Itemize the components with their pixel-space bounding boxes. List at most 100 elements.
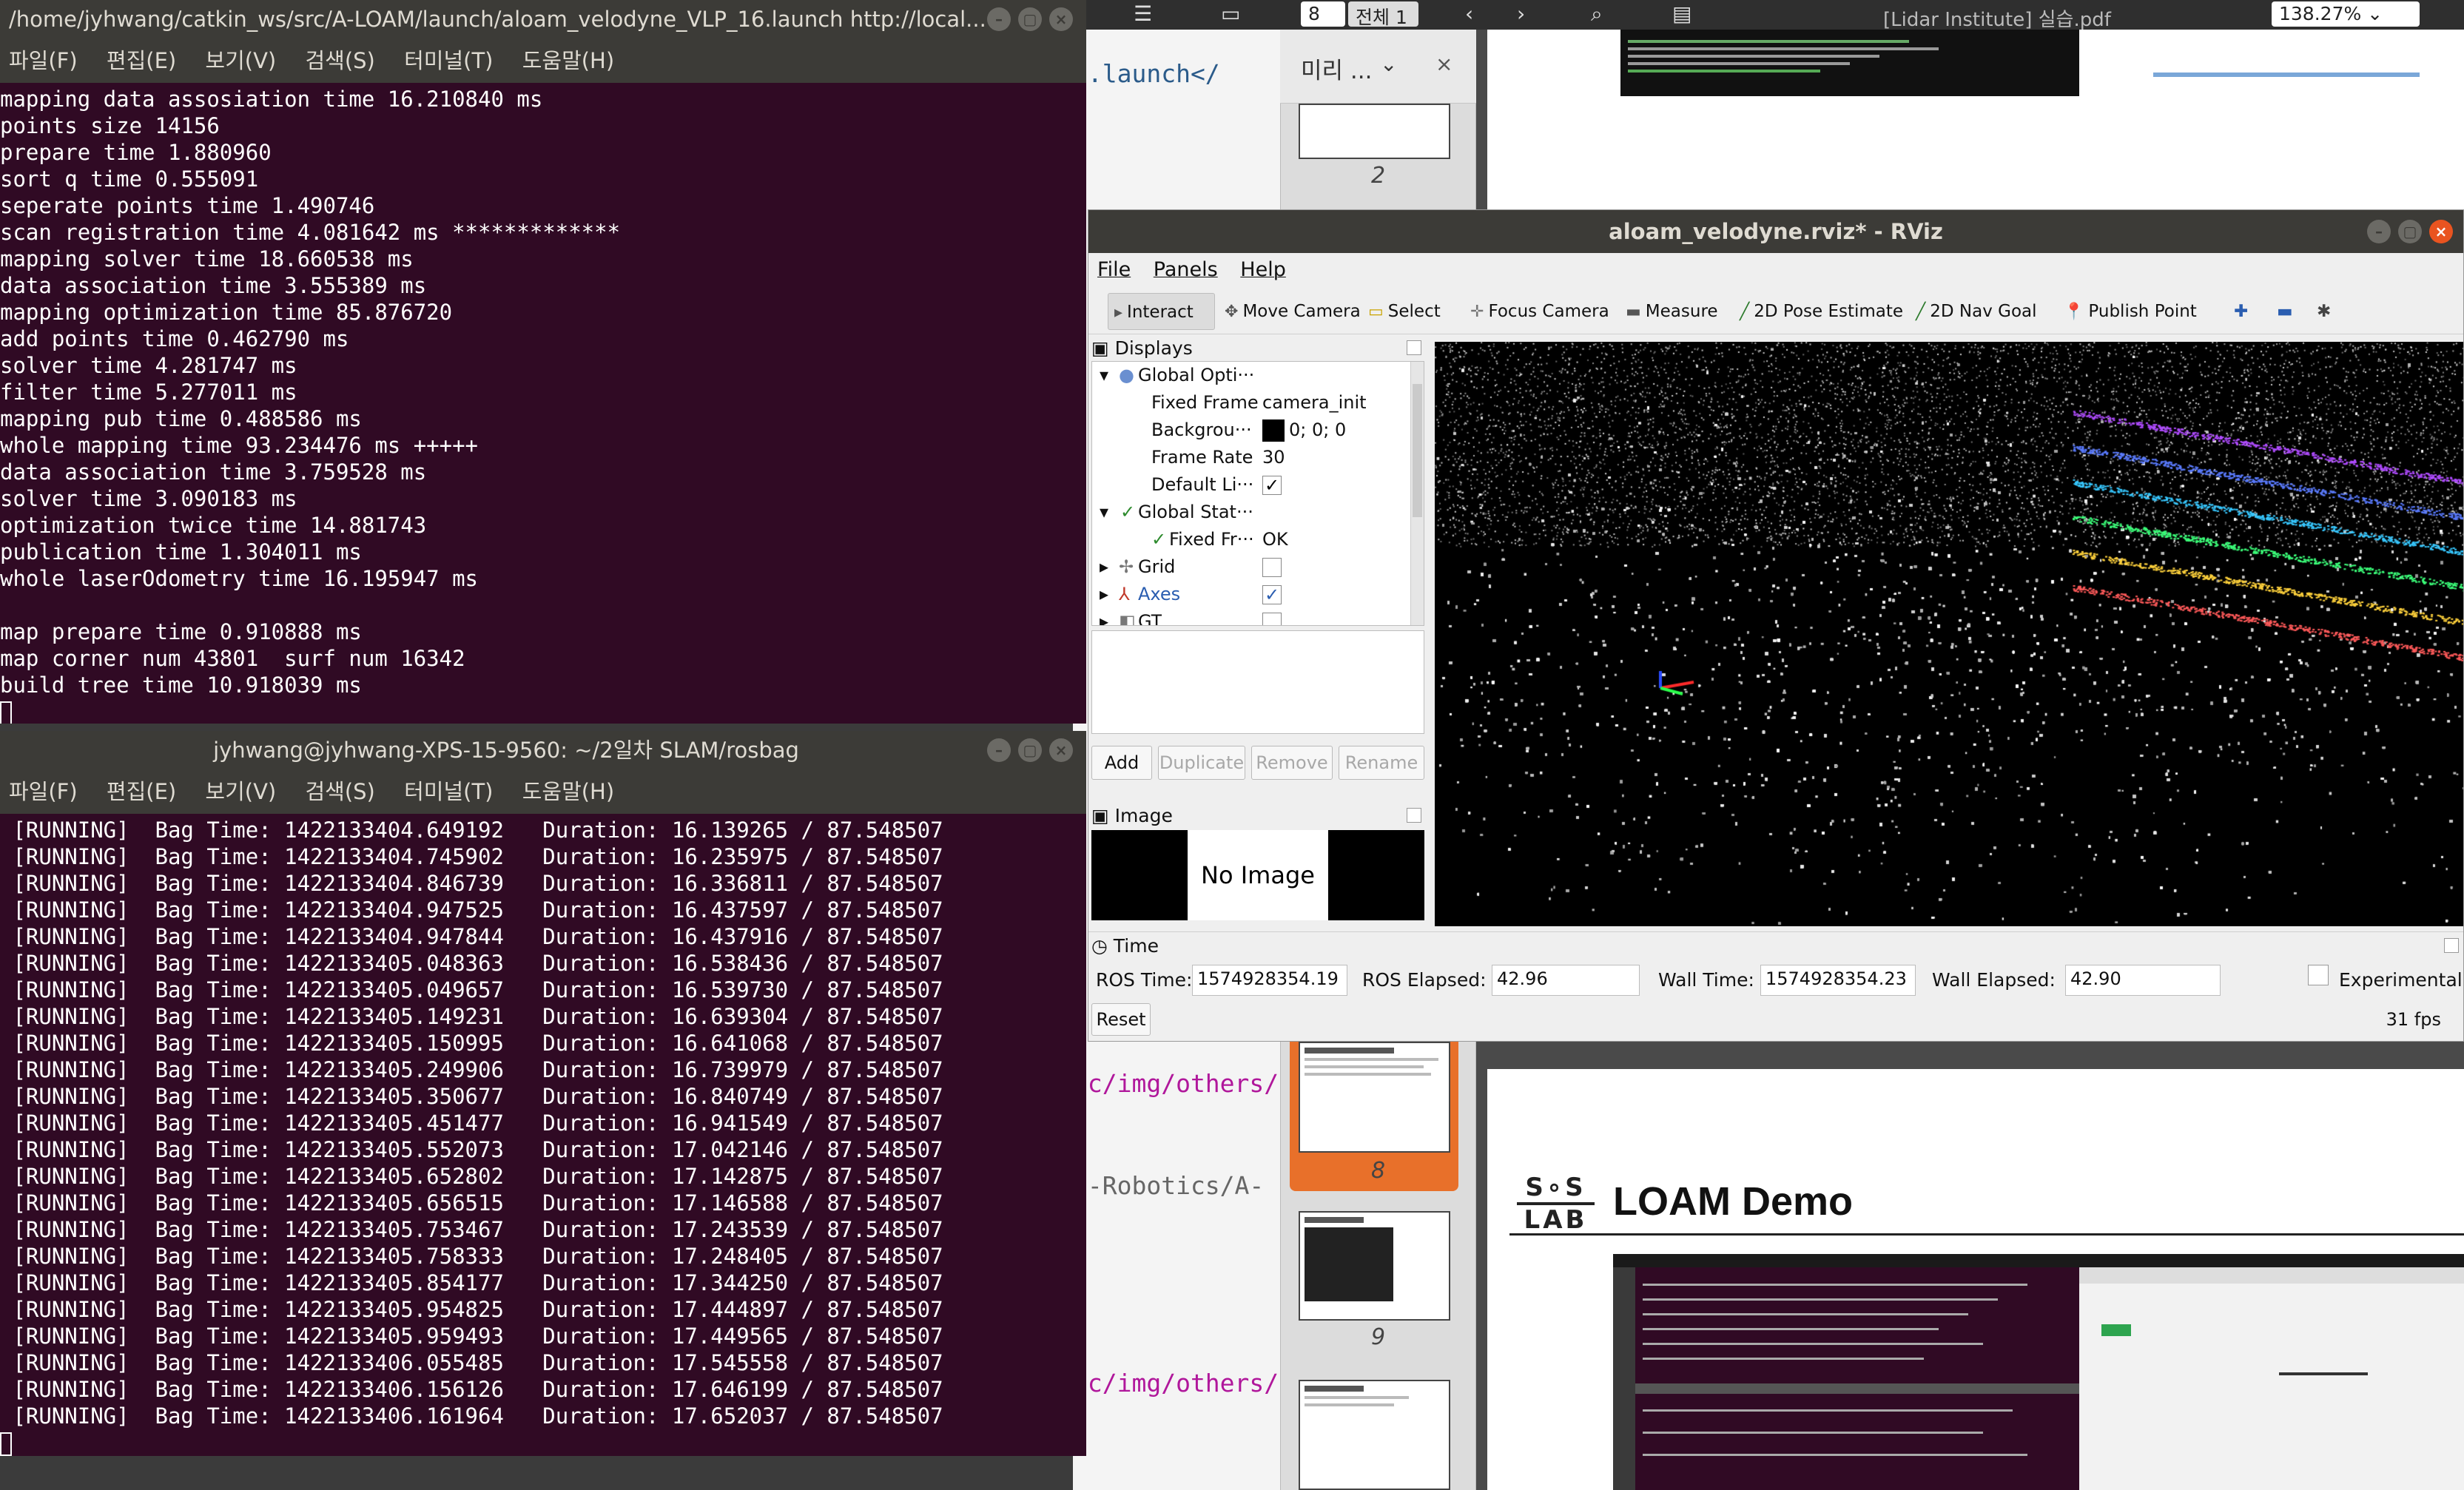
next-page-icon[interactable]: › — [1517, 1, 1525, 26]
rviz-3d-viewport[interactable] — [1435, 342, 2463, 926]
pdf-slide: S∘S LAB LOAM Demo — [1487, 1069, 2464, 1490]
tool-2d-pose-estimate[interactable]: ╱ 2D Pose Estimate — [1734, 293, 1909, 330]
thumbnail-page[interactable] — [1299, 1380, 1450, 1490]
close-button[interactable]: × — [1049, 7, 1073, 31]
tool-select[interactable]: ▭ Select — [1362, 293, 1447, 330]
menu-view[interactable]: 보기(V) — [205, 779, 276, 804]
expand-arrow-icon[interactable]: ▸ — [1100, 608, 1108, 625]
menu-icon[interactable]: ☰ — [1134, 1, 1152, 26]
remove-button[interactable]: Remove — [1251, 746, 1333, 780]
expand-arrow-icon[interactable]: ▾ — [1100, 362, 1108, 389]
panel-close-icon[interactable] — [2444, 938, 2459, 953]
close-button[interactable]: × — [1049, 738, 1073, 762]
ros-elapsed-field[interactable]: 42.96 — [1492, 965, 1640, 996]
tool-publish-point[interactable]: 📍 Publish Point — [2058, 293, 2203, 330]
tool-interact[interactable]: ▸ Interact — [1108, 293, 1215, 330]
terminal-line: mapping pub time 0.488586 ms — [0, 406, 362, 431]
grid-checkbox[interactable] — [1262, 558, 1282, 577]
reset-button[interactable]: Reset — [1091, 1003, 1151, 1036]
experimental-checkbox[interactable] — [2308, 965, 2329, 985]
terminal-line: [RUNNING] Bag Time: 1422133404.745902 Du… — [0, 844, 943, 869]
terminal-window-aloam[interactable]: /home/jyhwang/catkin_ws/src/A-LOAM/launc… — [0, 0, 1086, 724]
terminal-titlebar[interactable]: jyhwang@jyhwang-XPS-15-9560: ~/2일차 SLAM/… — [0, 731, 1086, 769]
axes-checkbox[interactable]: ✓ — [1262, 585, 1282, 604]
menu-search[interactable]: 검색(S) — [305, 48, 374, 73]
tool-focus-camera[interactable]: ✛ Focus Camera — [1464, 293, 1615, 330]
menu-panels[interactable]: Panels — [1154, 258, 1218, 281]
menu-edit[interactable]: 편집(E) — [107, 779, 176, 804]
add-button[interactable]: Add — [1091, 746, 1152, 780]
menu-file[interactable]: 파일(F) — [9, 48, 78, 73]
color-swatch[interactable] — [1262, 419, 1285, 442]
minimize-button[interactable]: – — [2367, 220, 2391, 243]
zoom-select[interactable]: 138.27% ⌄ — [2272, 1, 2420, 27]
minimize-button[interactable]: – — [987, 7, 1011, 31]
prev-page-icon[interactable]: ‹ — [1465, 1, 1473, 26]
tool-2d-nav-goal[interactable]: ╱ 2D Nav Goal — [1910, 293, 2043, 330]
displays-tree[interactable]: ▾ ● Global Opti··· Fixed Frame camera_in… — [1091, 361, 1424, 626]
gt-checkbox[interactable] — [1262, 613, 1282, 625]
terminal-output[interactable]: mapping data assosiation time 16.210840 … — [0, 83, 1086, 724]
rename-button[interactable]: Rename — [1339, 746, 1424, 780]
duplicate-button[interactable]: Duplicate — [1158, 746, 1245, 780]
default-light-checkbox[interactable]: ✓ — [1262, 476, 1282, 495]
editor-line: o.launch</ — [1073, 59, 1220, 88]
tool-properties-icon[interactable]: ✱ — [2311, 293, 2337, 330]
terminal-window-rosbag[interactable]: jyhwang@jyhwang-XPS-15-9560: ~/2일차 SLAM/… — [0, 731, 1086, 1456]
rviz-titlebar[interactable]: aloam_velodyne.rviz* - RViz – ▢ × — [1088, 210, 2463, 253]
image-panel: ▣ Image No Image — [1088, 802, 1429, 924]
document-icon[interactable]: ▤ — [1672, 1, 1692, 26]
expand-arrow-icon[interactable]: ▾ — [1100, 499, 1108, 526]
terminal-output[interactable]: [RUNNING] Bag Time: 1422133404.649192 Du… — [0, 814, 1086, 1456]
tool-move-camera[interactable]: ✥ Move Camera — [1219, 293, 1367, 330]
close-button[interactable]: × — [2429, 220, 2453, 243]
terminal-titlebar[interactable]: /home/jyhwang/catkin_ws/src/A-LOAM/launc… — [0, 0, 1086, 38]
focus-camera-icon: ✛ — [1470, 303, 1484, 321]
menu-file[interactable]: 파일(F) — [9, 779, 78, 804]
wall-time-field[interactable]: 1574928354.23 — [1760, 965, 1916, 996]
menu-file[interactable]: File — [1097, 258, 1131, 281]
maximize-button[interactable]: ▢ — [1018, 738, 1042, 762]
wall-elapsed-field[interactable]: 42.90 — [2065, 965, 2221, 996]
terminal-line: [RUNNING] Bag Time: 1422133405.656515 Du… — [0, 1190, 943, 1216]
axes-icon: ⅄ — [1119, 584, 1130, 604]
terminal-line: [RUNNING] Bag Time: 1422133406.156126 Du… — [0, 1377, 943, 1402]
panel-close-icon[interactable] — [1407, 808, 1421, 823]
menu-terminal[interactable]: 터미널(T) — [404, 779, 493, 804]
select-icon: ▭ — [1368, 303, 1384, 321]
thumbnail-page[interactable] — [1299, 104, 1450, 159]
add-tool-icon[interactable]: ✚ — [2228, 293, 2254, 330]
remove-tool-icon[interactable]: ▬ — [2271, 293, 2299, 330]
ruler-icon: ▬ — [1626, 303, 1641, 321]
maximize-button[interactable]: ▢ — [2398, 220, 2422, 243]
thumbnail-page-selected[interactable] — [1299, 1042, 1450, 1153]
chevron-down-icon[interactable]: ⌄ — [1380, 52, 1397, 76]
expand-arrow-icon[interactable]: ▸ — [1100, 581, 1108, 608]
thumbnail-page[interactable] — [1299, 1211, 1450, 1321]
terminal-line: solver time 4.281747 ms — [0, 353, 297, 378]
rviz-window[interactable]: aloam_velodyne.rviz* - RViz – ▢ × File P… — [1088, 209, 2464, 1042]
ros-elapsed-label: ROS Elapsed: — [1362, 969, 1487, 991]
point-cloud-render[interactable] — [1435, 342, 2463, 926]
page-number-field[interactable]: 8 — [1301, 1, 1345, 27]
window-icon[interactable]: ▭ — [1221, 1, 1240, 26]
close-icon[interactable]: × — [1435, 52, 1453, 76]
menu-help[interactable]: 도움말(H) — [522, 779, 614, 804]
minimize-button[interactable]: – — [987, 738, 1011, 762]
menu-edit[interactable]: 편집(E) — [107, 48, 176, 73]
terminal-line: [RUNNING] Bag Time: 1422133405.959493 Du… — [0, 1324, 943, 1349]
tool-measure[interactable]: ▬ Measure — [1620, 293, 1724, 330]
menu-view[interactable]: 보기(V) — [205, 48, 276, 73]
menu-search[interactable]: 검색(S) — [305, 779, 374, 804]
expand-arrow-icon[interactable]: ▸ — [1100, 553, 1108, 581]
menu-help[interactable]: Help — [1240, 258, 1286, 281]
editor-line: ic/img/others/ — [1073, 1369, 1279, 1398]
search-icon[interactable]: ⌕ — [1591, 1, 1603, 27]
ros-time-field[interactable]: 1574928354.19 — [1192, 965, 1347, 996]
panel-close-icon[interactable] — [1407, 340, 1421, 355]
terminal-line: prepare time 1.880960 — [0, 140, 272, 165]
menu-help[interactable]: 도움말(H) — [522, 48, 614, 73]
tree-scrollbar[interactable] — [1410, 362, 1424, 625]
menu-terminal[interactable]: 터미널(T) — [404, 48, 493, 73]
maximize-button[interactable]: ▢ — [1018, 7, 1042, 31]
